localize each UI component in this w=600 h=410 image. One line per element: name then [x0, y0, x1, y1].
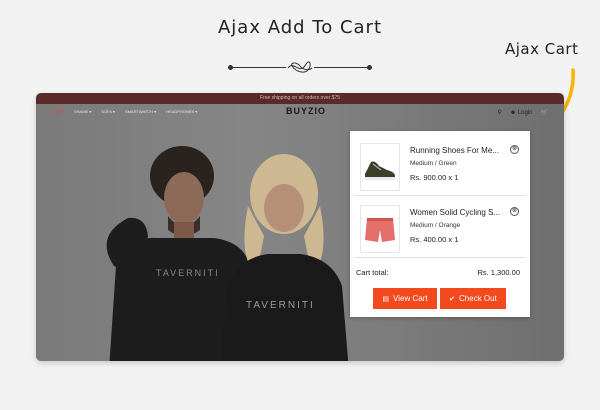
view-cart-button[interactable]: ▤ View Cart — [373, 288, 437, 309]
divider — [354, 195, 526, 196]
divider — [354, 257, 526, 258]
nav-item-smartwatch[interactable]: SMARTWATCH ▾ — [125, 109, 156, 114]
cart-total-label: Cart total: — [356, 268, 389, 277]
checkout-label: Check Out — [459, 294, 497, 303]
annotation-label: Ajax Cart — [505, 40, 579, 58]
ornament-icon — [287, 61, 313, 73]
remove-item-icon[interactable]: ⊗ — [510, 207, 519, 216]
models-photo: TAVERNITI TAVERNITI — [106, 146, 349, 361]
product-variant: Medium / Green — [410, 160, 457, 167]
basket-icon: ▤ — [382, 296, 390, 303]
mini-cart-dropdown: Running Shoes For Me... Medium / Green R… — [350, 131, 530, 317]
product-variant: Medium / Orange — [410, 222, 461, 229]
shirt-logo-text: TAVERNITI — [156, 268, 220, 278]
nav-item-shame[interactable]: SHAME ▾ — [74, 109, 91, 114]
cart-total-value: Rs. 1,300.00 — [477, 268, 520, 277]
nav-item-sofa[interactable]: SOFA ▾ — [101, 109, 115, 114]
announcement-bar: Free shipping on all orders over $75 — [36, 93, 564, 104]
shorts-icon — [365, 218, 395, 242]
cart-total-row: Cart total: Rs. 1,300.00 — [356, 268, 520, 277]
ornament-divider — [228, 58, 372, 78]
check-icon: ✔ — [449, 296, 456, 303]
nav-item-headphones[interactable]: HEADPHONES ▾ — [166, 109, 197, 114]
product-name-link[interactable]: Running Shoes For Me... — [410, 146, 504, 155]
nav-item-home[interactable]: HOME — [52, 109, 64, 114]
search-icon[interactable]: ⚲ — [497, 109, 501, 116]
product-name-link[interactable]: Women Solid Cycling S... — [410, 208, 504, 217]
view-cart-label: View Cart — [393, 294, 428, 303]
product-thumbnail[interactable] — [360, 205, 400, 253]
page-heading: Ajax Add To Cart — [217, 17, 383, 38]
header-icons: ⚲ ☻ Login 🛒 — [497, 109, 548, 117]
cart-line-item: Running Shoes For Me... Medium / Green R… — [350, 135, 530, 195]
sneaker-icon — [365, 161, 395, 180]
checkout-button[interactable]: ✔ Check Out — [440, 288, 506, 309]
remove-item-icon[interactable]: ⊗ — [510, 145, 519, 154]
login-link[interactable]: Login — [518, 110, 533, 116]
shirt-logo-text: TAVERNITI — [246, 300, 315, 311]
cart-icon[interactable]: 🛒 — [541, 109, 548, 116]
user-icon[interactable]: ☻ Login — [510, 110, 533, 116]
product-price: Rs. 900.00 x 1 — [410, 173, 459, 182]
product-price: Rs. 400.00 x 1 — [410, 235, 459, 244]
product-thumbnail[interactable] — [360, 143, 400, 191]
cart-line-item: Women Solid Cycling S... Medium / Orange… — [350, 197, 530, 257]
store-logo[interactable]: BUYZIO — [286, 106, 326, 116]
